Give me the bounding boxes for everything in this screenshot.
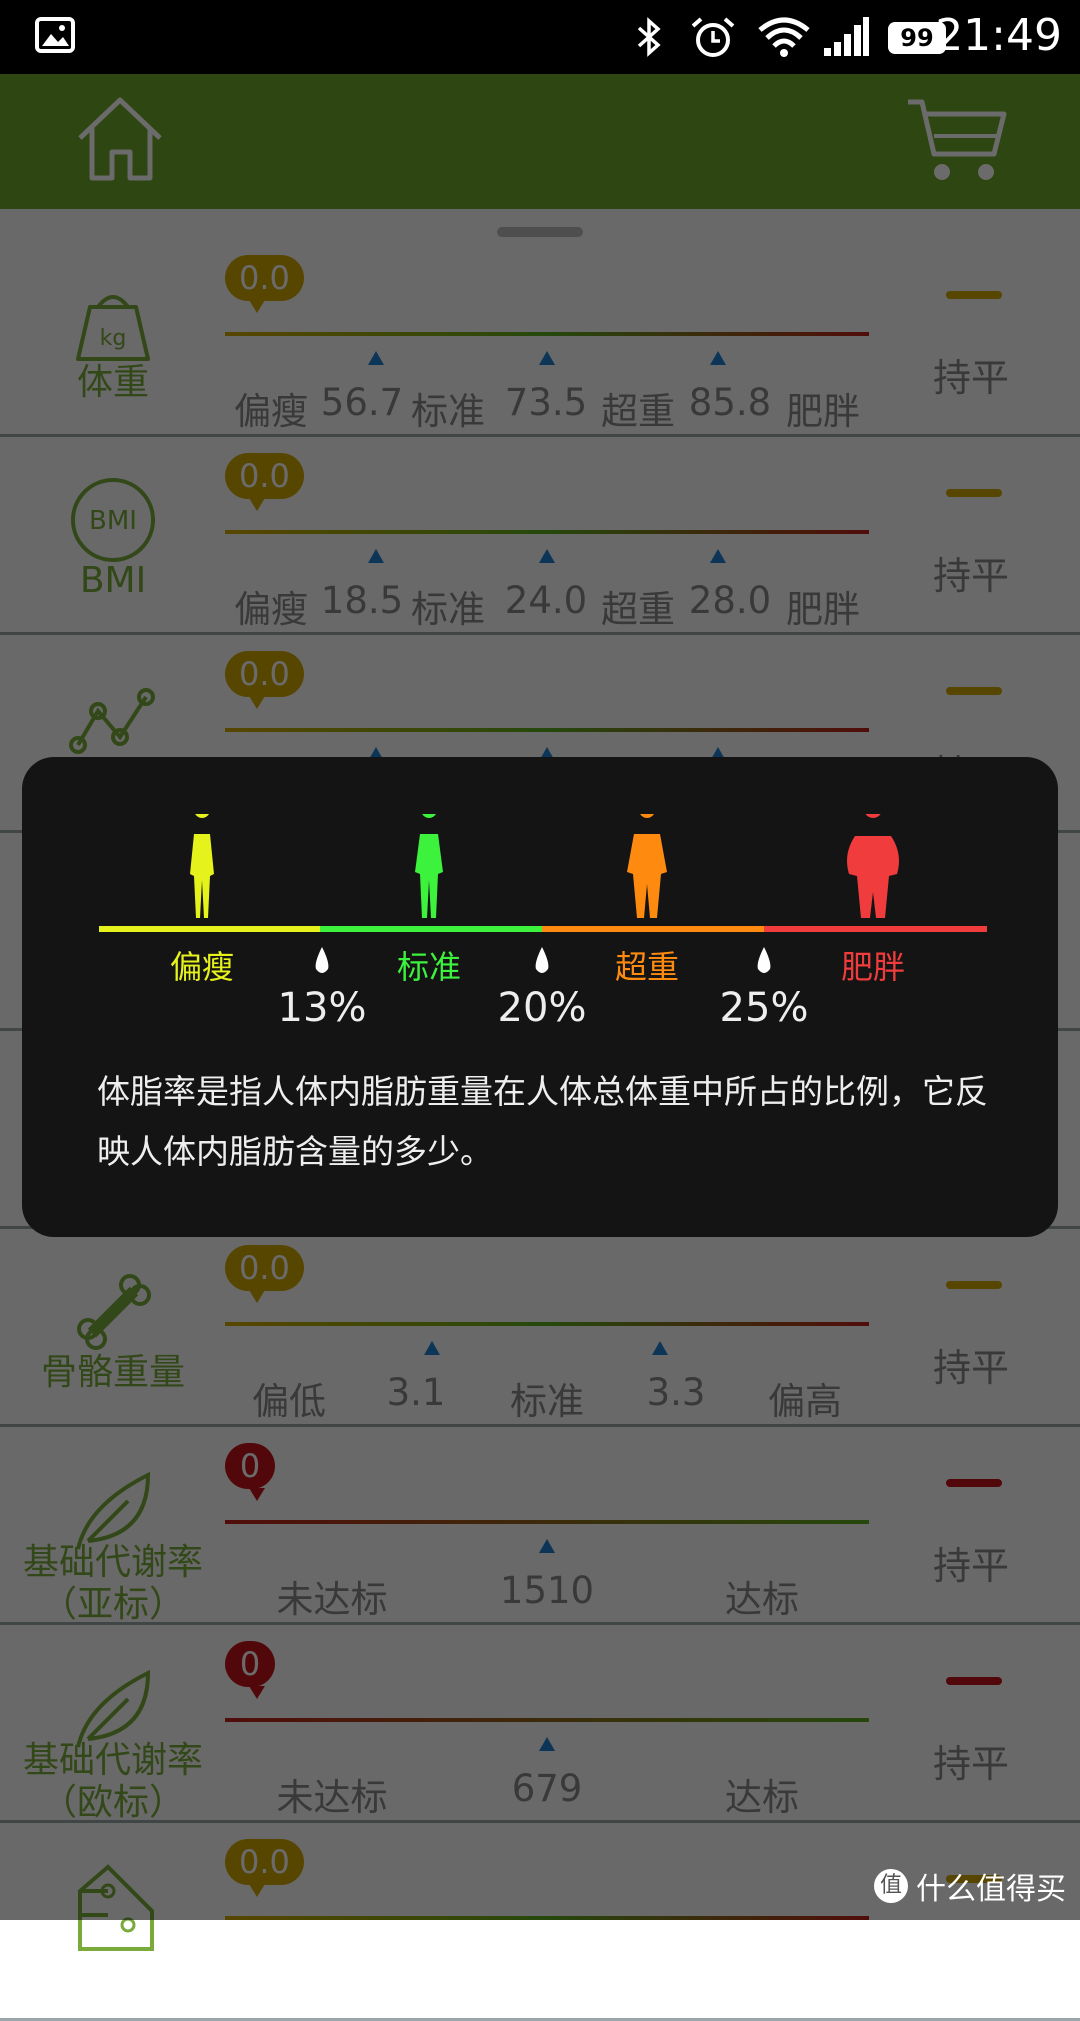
body-silhouette-icon bbox=[415, 814, 443, 918]
dialog-description: 体脂率是指人体内脂肪重量在人体总体重中所占的比例，它反映人体内脂肪含量的多少。 bbox=[97, 1072, 988, 1171]
bluetooth-icon bbox=[637, 17, 661, 57]
clock: 21:49 bbox=[935, 10, 1062, 61]
body-silhouette-icon bbox=[847, 814, 899, 918]
category-label: 肥胖 bbox=[840, 948, 906, 986]
category-bar-segment bbox=[764, 926, 987, 932]
watermark-logo: 值 bbox=[874, 1869, 908, 1903]
threshold-value: 13% bbox=[277, 985, 367, 1031]
category-label: 标准 bbox=[396, 948, 462, 986]
threshold-drop-icon bbox=[315, 947, 329, 973]
threshold-value: 20% bbox=[497, 985, 587, 1031]
body-fat-info-dialog: 偏瘦 标准 超重 肥胖 13% 20% 25% 体脂率是指人体内脂肪重量在人体总体重中所占的比… bbox=[22, 757, 1058, 1237]
category-label: 超重 bbox=[614, 948, 680, 986]
threshold-drop-icon bbox=[757, 947, 771, 973]
category-bar-segment bbox=[99, 926, 320, 932]
watermark-text: 什么值得买 bbox=[916, 1872, 1066, 1907]
image-icon bbox=[35, 17, 75, 53]
body-silhouette-icon bbox=[627, 814, 667, 918]
status-bar: 99 21:49 bbox=[0, 0, 1080, 74]
alarm-icon bbox=[691, 17, 735, 57]
category-label: 偏瘦 bbox=[169, 948, 235, 986]
body-silhouette-icon bbox=[190, 814, 214, 918]
threshold-value: 25% bbox=[719, 985, 809, 1031]
category-bar-segment bbox=[320, 926, 542, 932]
wifi-icon bbox=[758, 17, 810, 57]
signal-icon bbox=[824, 17, 869, 56]
threshold-drop-icon bbox=[535, 947, 549, 973]
category-bar-segment bbox=[542, 926, 764, 932]
watermark: 值 什么值得买 bbox=[874, 1864, 1066, 1908]
